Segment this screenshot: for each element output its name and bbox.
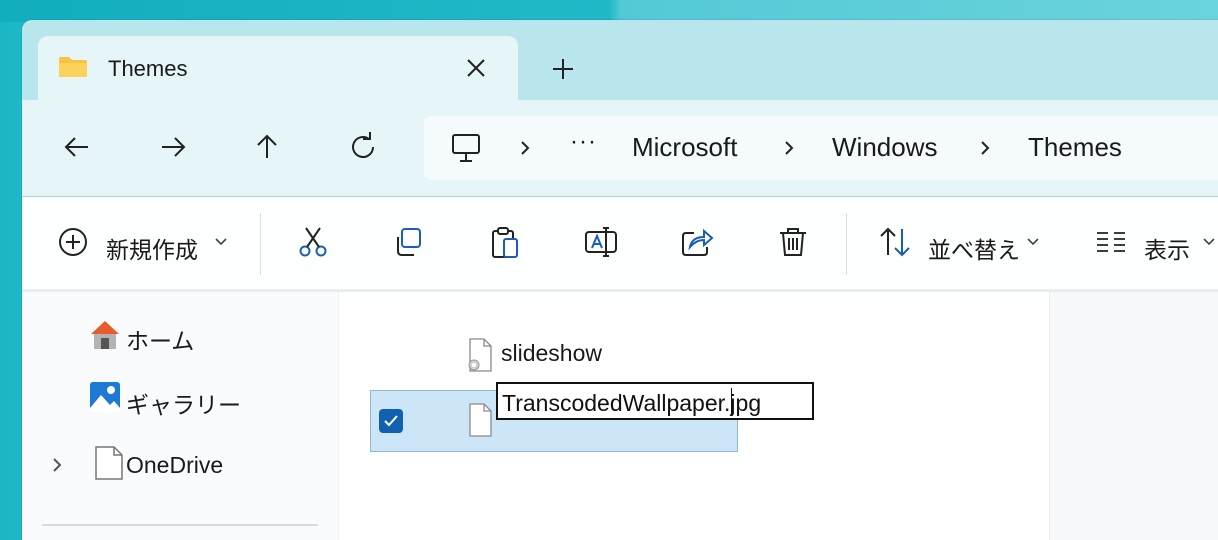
navigation-pane: ホーム ギャラリー OneDrive (22, 292, 338, 540)
command-bar: 新規作成 並べ替え 表示 (22, 197, 1218, 289)
desktop-background (0, 0, 1218, 22)
cut-icon[interactable] (296, 225, 330, 259)
folder-icon (59, 57, 87, 77)
chevron-right-icon[interactable] (780, 138, 798, 158)
sidebar-item-label: OneDrive (126, 452, 224, 478)
paste-icon[interactable] (488, 225, 522, 259)
chevron-down-icon[interactable] (1202, 237, 1216, 247)
view-button[interactable]: 表示 (1144, 231, 1190, 265)
chevron-right-icon[interactable] (50, 456, 64, 474)
arrow-right-icon[interactable] (156, 130, 190, 164)
delete-icon[interactable] (776, 225, 810, 259)
tab-title: Themes (108, 56, 188, 81)
checkmark-icon (384, 415, 398, 427)
copy-icon[interactable] (392, 225, 426, 259)
details-pane (1049, 292, 1218, 540)
chevron-down-icon[interactable] (214, 237, 228, 247)
refresh-icon[interactable] (347, 130, 381, 164)
rename-input[interactable]: TranscodedWallpaper.jpg (496, 382, 814, 420)
sort-icon[interactable] (878, 225, 912, 259)
file-explorer-window: Themes ··· Microsoft Windows Themes 新規作成… (22, 20, 1218, 540)
sidebar-divider (42, 524, 318, 526)
close-icon[interactable] (462, 54, 490, 82)
tab-themes[interactable]: Themes (38, 36, 518, 100)
new-button[interactable]: 新規作成 (106, 231, 198, 265)
navigation-bar: ··· Microsoft Windows Themes (22, 100, 1218, 196)
sidebar-item-home[interactable]: ホーム (22, 312, 338, 362)
breadcrumb-overflow[interactable]: ··· (570, 128, 597, 156)
plus-icon[interactable] (548, 54, 578, 84)
new-plus-circle-icon[interactable] (56, 225, 90, 259)
toolbar-separator (846, 213, 847, 275)
address-bar[interactable]: ··· Microsoft Windows Themes (424, 116, 1218, 180)
chevron-down-icon[interactable] (1026, 237, 1040, 247)
sidebar-item-onedrive[interactable]: OneDrive (22, 440, 338, 490)
sort-button[interactable]: 並べ替え (928, 231, 1020, 265)
toolbar-separator (260, 213, 261, 275)
arrow-up-icon[interactable] (250, 130, 284, 164)
home-icon (91, 321, 119, 349)
file-name: slideshow (501, 340, 602, 366)
file-icon (469, 403, 492, 437)
arrow-left-icon[interactable] (60, 130, 94, 164)
sidebar-item-label: ギャラリー (126, 393, 241, 419)
rename-text[interactable]: TranscodedWallpaper.jpg (502, 390, 761, 417)
share-icon[interactable] (680, 225, 714, 259)
breadcrumb-microsoft[interactable]: Microsoft (632, 132, 737, 163)
text-caret (731, 388, 732, 416)
view-list-icon[interactable] (1094, 225, 1128, 259)
rename-icon[interactable] (584, 225, 618, 259)
list-item[interactable]: slideshow (371, 326, 737, 388)
file-icon (95, 446, 123, 480)
this-pc-icon[interactable] (450, 132, 482, 164)
selection-checkbox[interactable] (379, 409, 403, 433)
breadcrumb-windows[interactable]: Windows (832, 132, 937, 163)
title-bar: Themes (22, 20, 1218, 100)
sidebar-item-gallery[interactable]: ギャラリー (22, 376, 338, 426)
breadcrumb-themes[interactable]: Themes (1028, 132, 1122, 163)
settings-file-icon (468, 338, 492, 372)
sidebar-item-label: ホーム (126, 329, 195, 355)
chevron-right-icon[interactable] (976, 138, 994, 158)
chevron-right-icon[interactable] (516, 138, 534, 158)
gallery-icon (90, 382, 120, 412)
